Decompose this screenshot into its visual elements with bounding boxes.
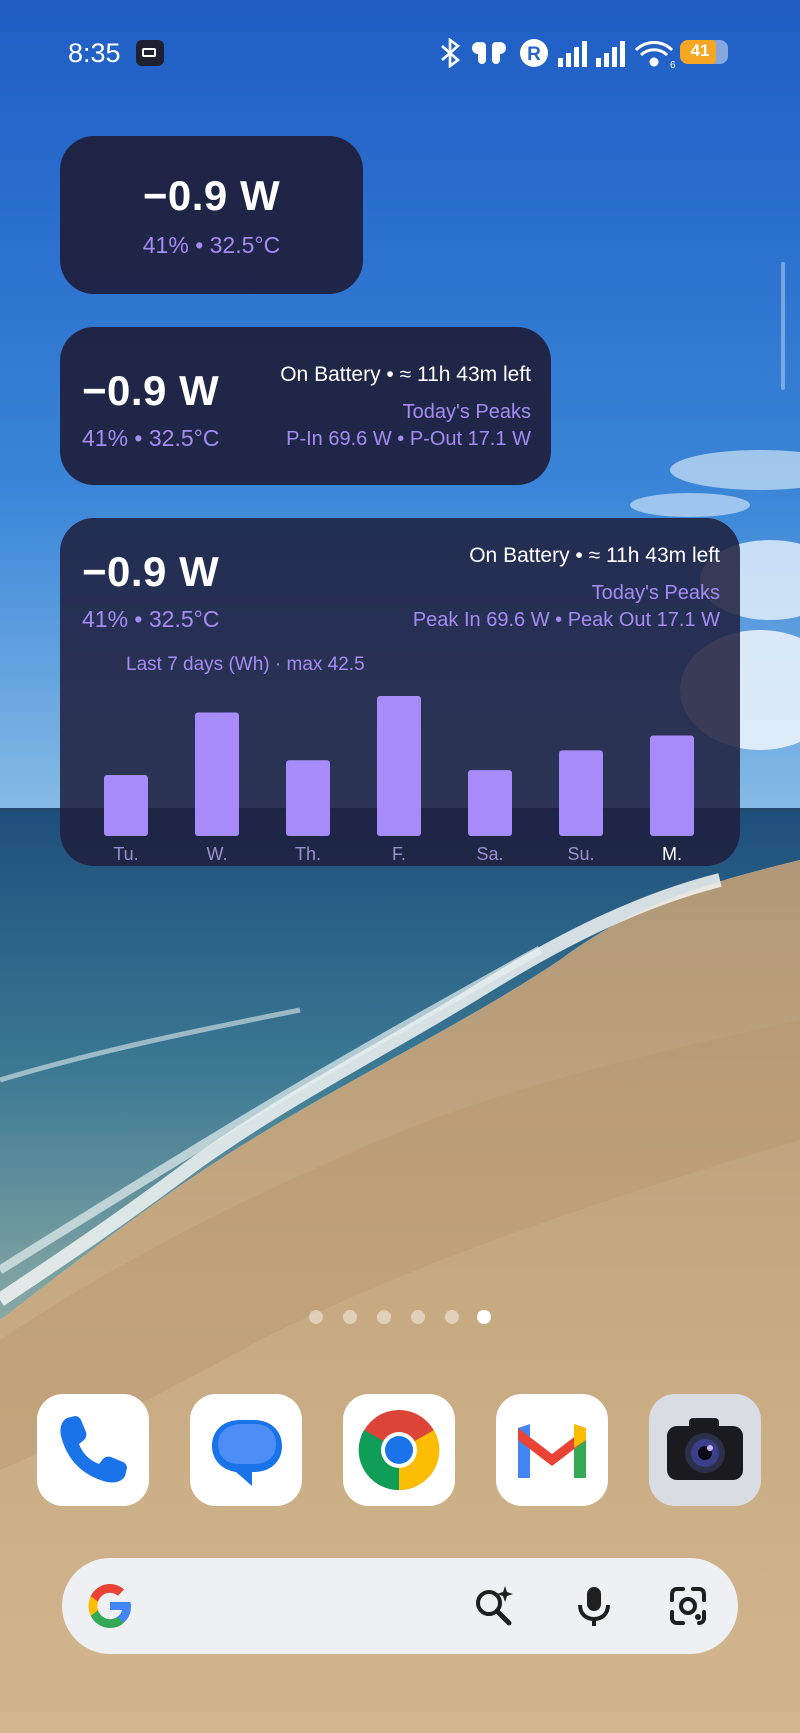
chart-bar-su <box>559 750 603 836</box>
gmail-app-icon[interactable] <box>496 1394 608 1506</box>
battery-widget-large[interactable]: −0.9 W 41% • 32.5°C On Battery • ≈ 11h 4… <box>60 518 740 866</box>
chart-tick-label: F. <box>392 844 406 864</box>
power-value: −0.9 W <box>82 367 220 414</box>
page-dot[interactable] <box>309 1310 323 1324</box>
microphone-icon[interactable] <box>572 1584 616 1628</box>
bluetooth-icon <box>441 38 461 68</box>
earbuds-icon <box>472 42 506 64</box>
chart-bar-tu <box>104 775 148 836</box>
page-dot[interactable] <box>411 1310 425 1324</box>
chart-bar-sa <box>468 770 512 836</box>
clock: 8:35 <box>68 38 121 68</box>
peaks-values: Peak In 69.6 W • Peak Out 17.1 W <box>412 609 720 631</box>
weekly-energy-bar-chart: Tu. W. Th. F. Sa. Su. M. <box>104 696 694 864</box>
battery-status: On Battery • ≈ 11h 43m left <box>469 544 720 567</box>
battery-details: 41% • 32.5°C <box>82 606 220 632</box>
battery-status: On Battery • ≈ 11h 43m left <box>280 363 531 386</box>
svg-text:6: 6 <box>670 60 676 68</box>
google-logo-icon <box>88 1584 131 1628</box>
page-indicator[interactable] <box>0 1310 800 1330</box>
page-dot[interactable] <box>343 1310 357 1324</box>
page-dot-active[interactable] <box>477 1310 491 1324</box>
chart-tick-label: M. <box>662 844 682 864</box>
chrome-app-icon[interactable] <box>343 1394 455 1506</box>
wifi-6-icon: 6 <box>634 41 676 68</box>
chart-tick-label: Th. <box>295 844 321 864</box>
page-dot[interactable] <box>445 1310 459 1324</box>
page-dot[interactable] <box>377 1310 391 1324</box>
chart-bar-m <box>650 735 694 836</box>
messages-app-icon[interactable] <box>190 1394 302 1506</box>
google-search-bar[interactable] <box>62 1558 738 1654</box>
phone-app-icon[interactable] <box>37 1394 149 1506</box>
signal-icon <box>596 41 625 67</box>
signal-icon <box>558 41 587 67</box>
battery-details: 41% • 32.5°C <box>142 232 281 258</box>
battery-icon: 41 <box>680 40 728 64</box>
power-value: −0.9 W <box>142 172 281 219</box>
peaks-values: P-In 69.6 W • P-Out 17.1 W <box>286 428 531 450</box>
notification-battery-app-icon <box>136 40 164 66</box>
status-bar: 8:35 R 6 41 <box>0 32 800 72</box>
chart-bar-w <box>195 712 239 836</box>
battery-widget-small[interactable]: −0.9 W 41% • 32.5°C <box>60 136 363 294</box>
peaks-title: Today's Peaks <box>402 401 531 423</box>
lens-icon[interactable] <box>666 1584 710 1628</box>
chart-tick-label: Sa. <box>476 844 503 864</box>
battery-level: 41 <box>690 41 710 60</box>
chart-tick-label: Tu. <box>113 844 138 864</box>
scroll-indicator <box>781 262 785 390</box>
chart-bar-th <box>286 760 330 836</box>
battery-details: 41% • 32.5°C <box>82 425 220 451</box>
chart-tick-label: W. <box>207 844 228 864</box>
battery-widget-medium[interactable]: −0.9 W 41% • 32.5°C On Battery • ≈ 11h 4… <box>60 327 551 485</box>
chart-bar-f <box>377 696 421 836</box>
peaks-title: Today's Peaks <box>591 582 720 604</box>
camera-app-icon[interactable] <box>649 1394 761 1506</box>
power-value: −0.9 W <box>82 548 220 595</box>
svg-text:R: R <box>527 44 541 65</box>
chart-tick-label: Su. <box>567 844 594 864</box>
roaming-r-icon: R <box>520 39 548 67</box>
search-sparkle-icon[interactable] <box>472 1584 516 1628</box>
status-icons: R 6 <box>441 38 676 68</box>
